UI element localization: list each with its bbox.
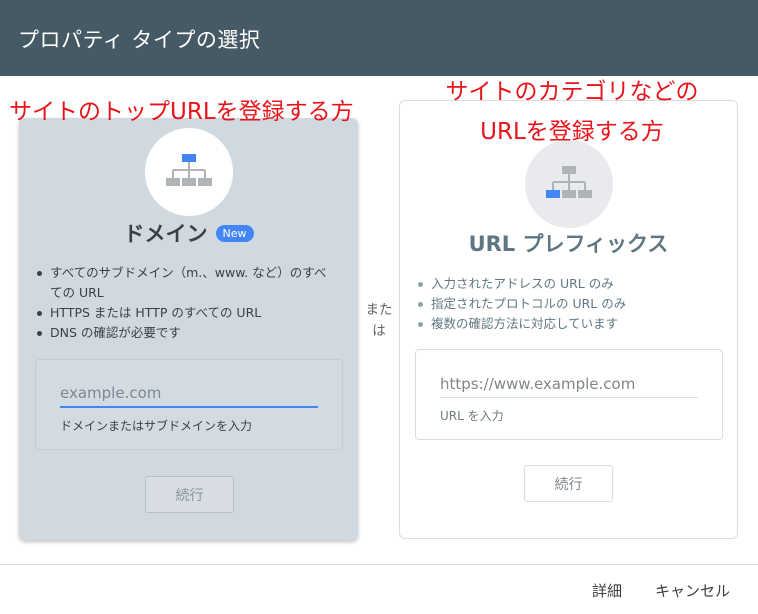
- list-item: 複数の確認方法に対応しています: [418, 314, 718, 334]
- dialog-header: プロパティ タイプの選択: [0, 0, 758, 76]
- url-prefix-input-hint: URL を入力: [440, 409, 504, 423]
- domain-title: ドメイン: [123, 222, 208, 246]
- url-prefix-input-box: URL を入力: [415, 349, 723, 440]
- domain-property-card[interactable]: ドメイン New すべてのサブドメイン（m.、www. など）のすべての URL…: [19, 118, 358, 540]
- sitemap-icon: [166, 154, 212, 186]
- domain-feature-list: すべてのサブドメイン（m.、www. など）のすべての URL HTTPS また…: [37, 263, 327, 343]
- list-item: DNS の確認が必要です: [37, 323, 327, 343]
- details-button[interactable]: 詳細: [592, 580, 622, 601]
- annotation-category-url: サイトのカテゴリなどの URLを登録する方: [410, 72, 734, 152]
- annotation-category-url-line2: URLを登録する方: [480, 119, 664, 145]
- url-prefix-title: URL プレフィックス: [468, 232, 669, 256]
- new-badge: New: [215, 224, 254, 242]
- or-separator: または: [365, 302, 393, 339]
- annotation-top-url: サイトのトップURLを登録する方: [9, 99, 354, 125]
- list-item: HTTPS または HTTP のすべての URL: [37, 303, 327, 323]
- dialog-title: プロパティ タイプの選択: [18, 28, 261, 52]
- domain-input-hint: ドメインまたはサブドメインを入力: [60, 419, 253, 433]
- footer-divider: [0, 564, 758, 565]
- sitemap-icon: [546, 166, 592, 198]
- url-prefix-input[interactable]: [440, 370, 698, 398]
- url-prefix-title-row: URL プレフィックス: [400, 228, 737, 258]
- domain-continue-button[interactable]: 続行: [145, 476, 234, 513]
- url-prefix-continue-button[interactable]: 続行: [524, 465, 613, 502]
- domain-input-box: ドメインまたはサブドメインを入力: [35, 359, 343, 450]
- cancel-button[interactable]: キャンセル: [655, 580, 730, 601]
- annotation-category-url-line1: サイトのカテゴリなどの: [445, 79, 699, 105]
- list-item: 指定されたプロトコルの URL のみ: [418, 294, 718, 314]
- domain-input[interactable]: [60, 380, 318, 408]
- url-prefix-property-card[interactable]: URL プレフィックス 入力されたアドレスの URL のみ 指定されたプロトコル…: [399, 100, 738, 539]
- domain-title-row: ドメイン New: [19, 218, 358, 248]
- url-prefix-icon-circle: [525, 140, 613, 228]
- list-item: すべてのサブドメイン（m.、www. など）のすべての URL: [37, 263, 327, 303]
- url-prefix-feature-list: 入力されたアドレスの URL のみ 指定されたプロトコルの URL のみ 複数の…: [418, 274, 718, 334]
- domain-icon-circle: [145, 128, 233, 216]
- list-item: 入力されたアドレスの URL のみ: [418, 274, 718, 294]
